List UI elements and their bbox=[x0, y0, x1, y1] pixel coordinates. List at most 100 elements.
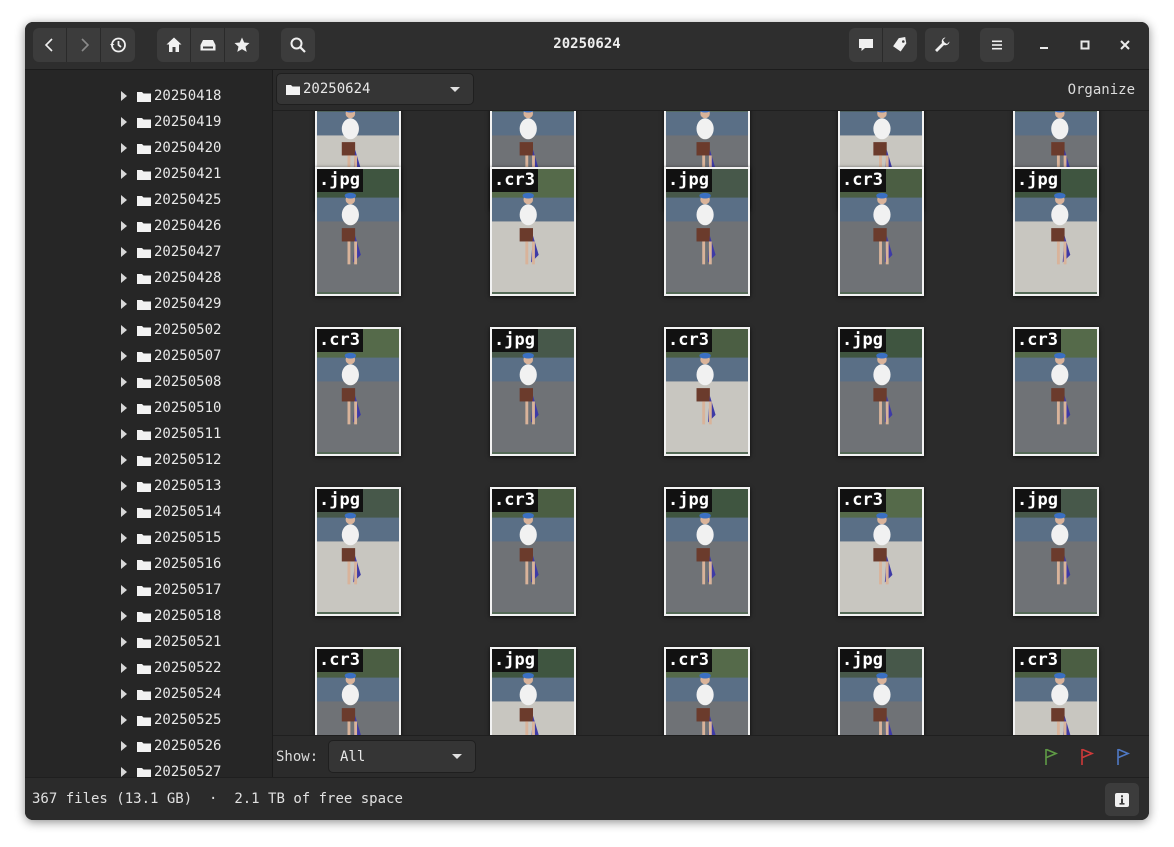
tree-folder-item[interactable]: 20250427 bbox=[121, 239, 221, 265]
image-thumbnail[interactable]: .cr3 bbox=[1013, 327, 1099, 456]
expander-arrow-icon[interactable] bbox=[121, 767, 127, 777]
tree-folder-label: 20250428 bbox=[154, 270, 222, 286]
image-thumbnail[interactable]: .cr3 bbox=[838, 487, 924, 616]
tree-folder-item[interactable]: 20250420 bbox=[121, 135, 221, 161]
image-thumbnail[interactable]: .cr3 bbox=[490, 167, 576, 296]
expander-arrow-icon[interactable] bbox=[121, 403, 127, 413]
image-thumbnail[interactable]: .cr3 bbox=[315, 327, 401, 456]
expander-arrow-icon[interactable] bbox=[121, 637, 127, 647]
expander-arrow-icon[interactable] bbox=[121, 143, 127, 153]
image-thumbnail[interactable]: .cr3 bbox=[1013, 647, 1099, 735]
expander-arrow-icon[interactable] bbox=[121, 429, 127, 439]
image-thumbnail[interactable]: .jpg bbox=[490, 647, 576, 735]
tree-folder-item[interactable]: 20250421 bbox=[121, 161, 221, 187]
tree-folder-item[interactable]: 20250515 bbox=[121, 525, 221, 551]
tree-folder-item[interactable]: 20250507 bbox=[121, 343, 221, 369]
image-thumbnail[interactable]: .jpg bbox=[838, 327, 924, 456]
tree-folder-label: 20250420 bbox=[154, 140, 222, 156]
file-type-badge: .cr3 bbox=[317, 329, 363, 352]
image-thumbnail[interactable]: .cr3 bbox=[490, 487, 576, 616]
tree-folder-item[interactable]: 20250510 bbox=[121, 395, 221, 421]
expander-arrow-icon[interactable] bbox=[121, 195, 127, 205]
tree-folder-item[interactable]: 20250525 bbox=[121, 707, 221, 733]
image-thumbnail[interactable]: .jpg bbox=[315, 487, 401, 616]
image-thumbnail[interactable]: .jpg bbox=[490, 327, 576, 456]
tree-folder-item[interactable]: 20250428 bbox=[121, 265, 221, 291]
show-filter-dropdown[interactable]: All bbox=[328, 740, 476, 773]
expander-arrow-icon[interactable] bbox=[121, 169, 127, 179]
expander-arrow-icon[interactable] bbox=[121, 351, 127, 361]
image-thumbnail[interactable]: .cr3 bbox=[315, 647, 401, 735]
tools-button[interactable] bbox=[925, 28, 959, 62]
expander-arrow-icon[interactable] bbox=[121, 377, 127, 387]
expander-arrow-icon[interactable] bbox=[121, 455, 127, 465]
close-button[interactable] bbox=[1112, 32, 1138, 58]
thumbnail-grid: .jpg .cr3 .jpg .cr3 .jpg .cr3 .jpg .cr3 .jpg .cr3… bbox=[273, 111, 1149, 735]
red-flag-icon[interactable] bbox=[1079, 748, 1095, 766]
tree-folder-item[interactable]: 20250514 bbox=[121, 499, 221, 525]
image-thumbnail[interactable]: .jpg bbox=[838, 647, 924, 735]
tree-folder-item[interactable]: 20250508 bbox=[121, 369, 221, 395]
folder-icon bbox=[137, 377, 151, 388]
tree-folder-item[interactable]: 20250512 bbox=[121, 447, 221, 473]
image-thumbnail[interactable]: .jpg bbox=[315, 167, 401, 296]
expander-arrow-icon[interactable] bbox=[121, 741, 127, 751]
expander-arrow-icon[interactable] bbox=[121, 481, 127, 491]
tag-button[interactable] bbox=[883, 28, 917, 62]
folder-icon bbox=[137, 91, 151, 102]
tree-folder-item[interactable]: 20250526 bbox=[121, 733, 221, 759]
image-thumbnail[interactable]: .cr3 bbox=[838, 167, 924, 296]
expander-arrow-icon[interactable] bbox=[121, 611, 127, 621]
expander-arrow-icon[interactable] bbox=[121, 221, 127, 231]
expander-arrow-icon[interactable] bbox=[121, 325, 127, 335]
image-thumbnail[interactable]: .jpg bbox=[664, 167, 750, 296]
expander-arrow-icon[interactable] bbox=[121, 117, 127, 127]
image-thumbnail[interactable]: .jpg bbox=[1013, 487, 1099, 616]
expander-arrow-icon[interactable] bbox=[121, 559, 127, 569]
tree-folder-item[interactable]: 20250502 bbox=[121, 317, 221, 343]
tree-folder-item[interactable]: 20250426 bbox=[121, 213, 221, 239]
tree-folder-label: 20250517 bbox=[154, 582, 222, 598]
green-flag-icon[interactable] bbox=[1043, 748, 1059, 766]
location-dropdown[interactable]: 20250624 bbox=[276, 73, 474, 105]
tree-folder-item[interactable]: 20250517 bbox=[121, 577, 221, 603]
tree-folder-item[interactable]: 20250527 bbox=[121, 759, 221, 777]
maximize-button[interactable] bbox=[1072, 32, 1098, 58]
image-thumbnail[interactable]: .jpg bbox=[1013, 167, 1099, 296]
minimize-button[interactable] bbox=[1031, 32, 1057, 58]
organize-button[interactable]: Organize bbox=[1068, 82, 1135, 98]
expander-arrow-icon[interactable] bbox=[121, 715, 127, 725]
expander-arrow-icon[interactable] bbox=[121, 689, 127, 699]
tree-folder-item[interactable]: 20250419 bbox=[121, 109, 221, 135]
expander-arrow-icon[interactable] bbox=[121, 585, 127, 595]
expander-arrow-icon[interactable] bbox=[121, 299, 127, 309]
expander-arrow-icon[interactable] bbox=[121, 247, 127, 257]
file-type-badge: .jpg bbox=[1015, 169, 1061, 192]
tree-folder-label: 20250502 bbox=[154, 322, 222, 338]
tree-folder-item[interactable]: 20250521 bbox=[121, 629, 221, 655]
blue-flag-icon[interactable] bbox=[1115, 748, 1131, 766]
tree-folder-item[interactable]: 20250518 bbox=[121, 603, 221, 629]
tree-folder-item[interactable]: 20250522 bbox=[121, 655, 221, 681]
folder-icon bbox=[137, 299, 151, 310]
tree-folder-item[interactable]: 20250516 bbox=[121, 551, 221, 577]
expander-arrow-icon[interactable] bbox=[121, 507, 127, 517]
comment-button[interactable] bbox=[849, 28, 883, 62]
expander-arrow-icon[interactable] bbox=[121, 663, 127, 673]
tree-folder-item[interactable]: 20250513 bbox=[121, 473, 221, 499]
tree-folder-item[interactable]: 20250425 bbox=[121, 187, 221, 213]
image-thumbnail[interactable]: .cr3 bbox=[664, 647, 750, 735]
tree-folder-item[interactable]: 20250511 bbox=[121, 421, 221, 447]
tree-folder-item[interactable]: 20250524 bbox=[121, 681, 221, 707]
folder-icon bbox=[137, 715, 151, 726]
folder-tree[interactable]: 20250418 20250419 20250420 20250421 20250425… bbox=[25, 70, 273, 777]
expander-arrow-icon[interactable] bbox=[121, 273, 127, 283]
properties-button[interactable] bbox=[1105, 783, 1139, 816]
main-menu-button[interactable] bbox=[980, 28, 1014, 62]
image-thumbnail[interactable]: .jpg bbox=[664, 487, 750, 616]
tree-folder-item[interactable]: 20250429 bbox=[121, 291, 221, 317]
tree-folder-item[interactable]: 20250418 bbox=[121, 83, 221, 109]
expander-arrow-icon[interactable] bbox=[121, 533, 127, 543]
image-thumbnail[interactable]: .cr3 bbox=[664, 327, 750, 456]
expander-arrow-icon[interactable] bbox=[121, 91, 127, 101]
